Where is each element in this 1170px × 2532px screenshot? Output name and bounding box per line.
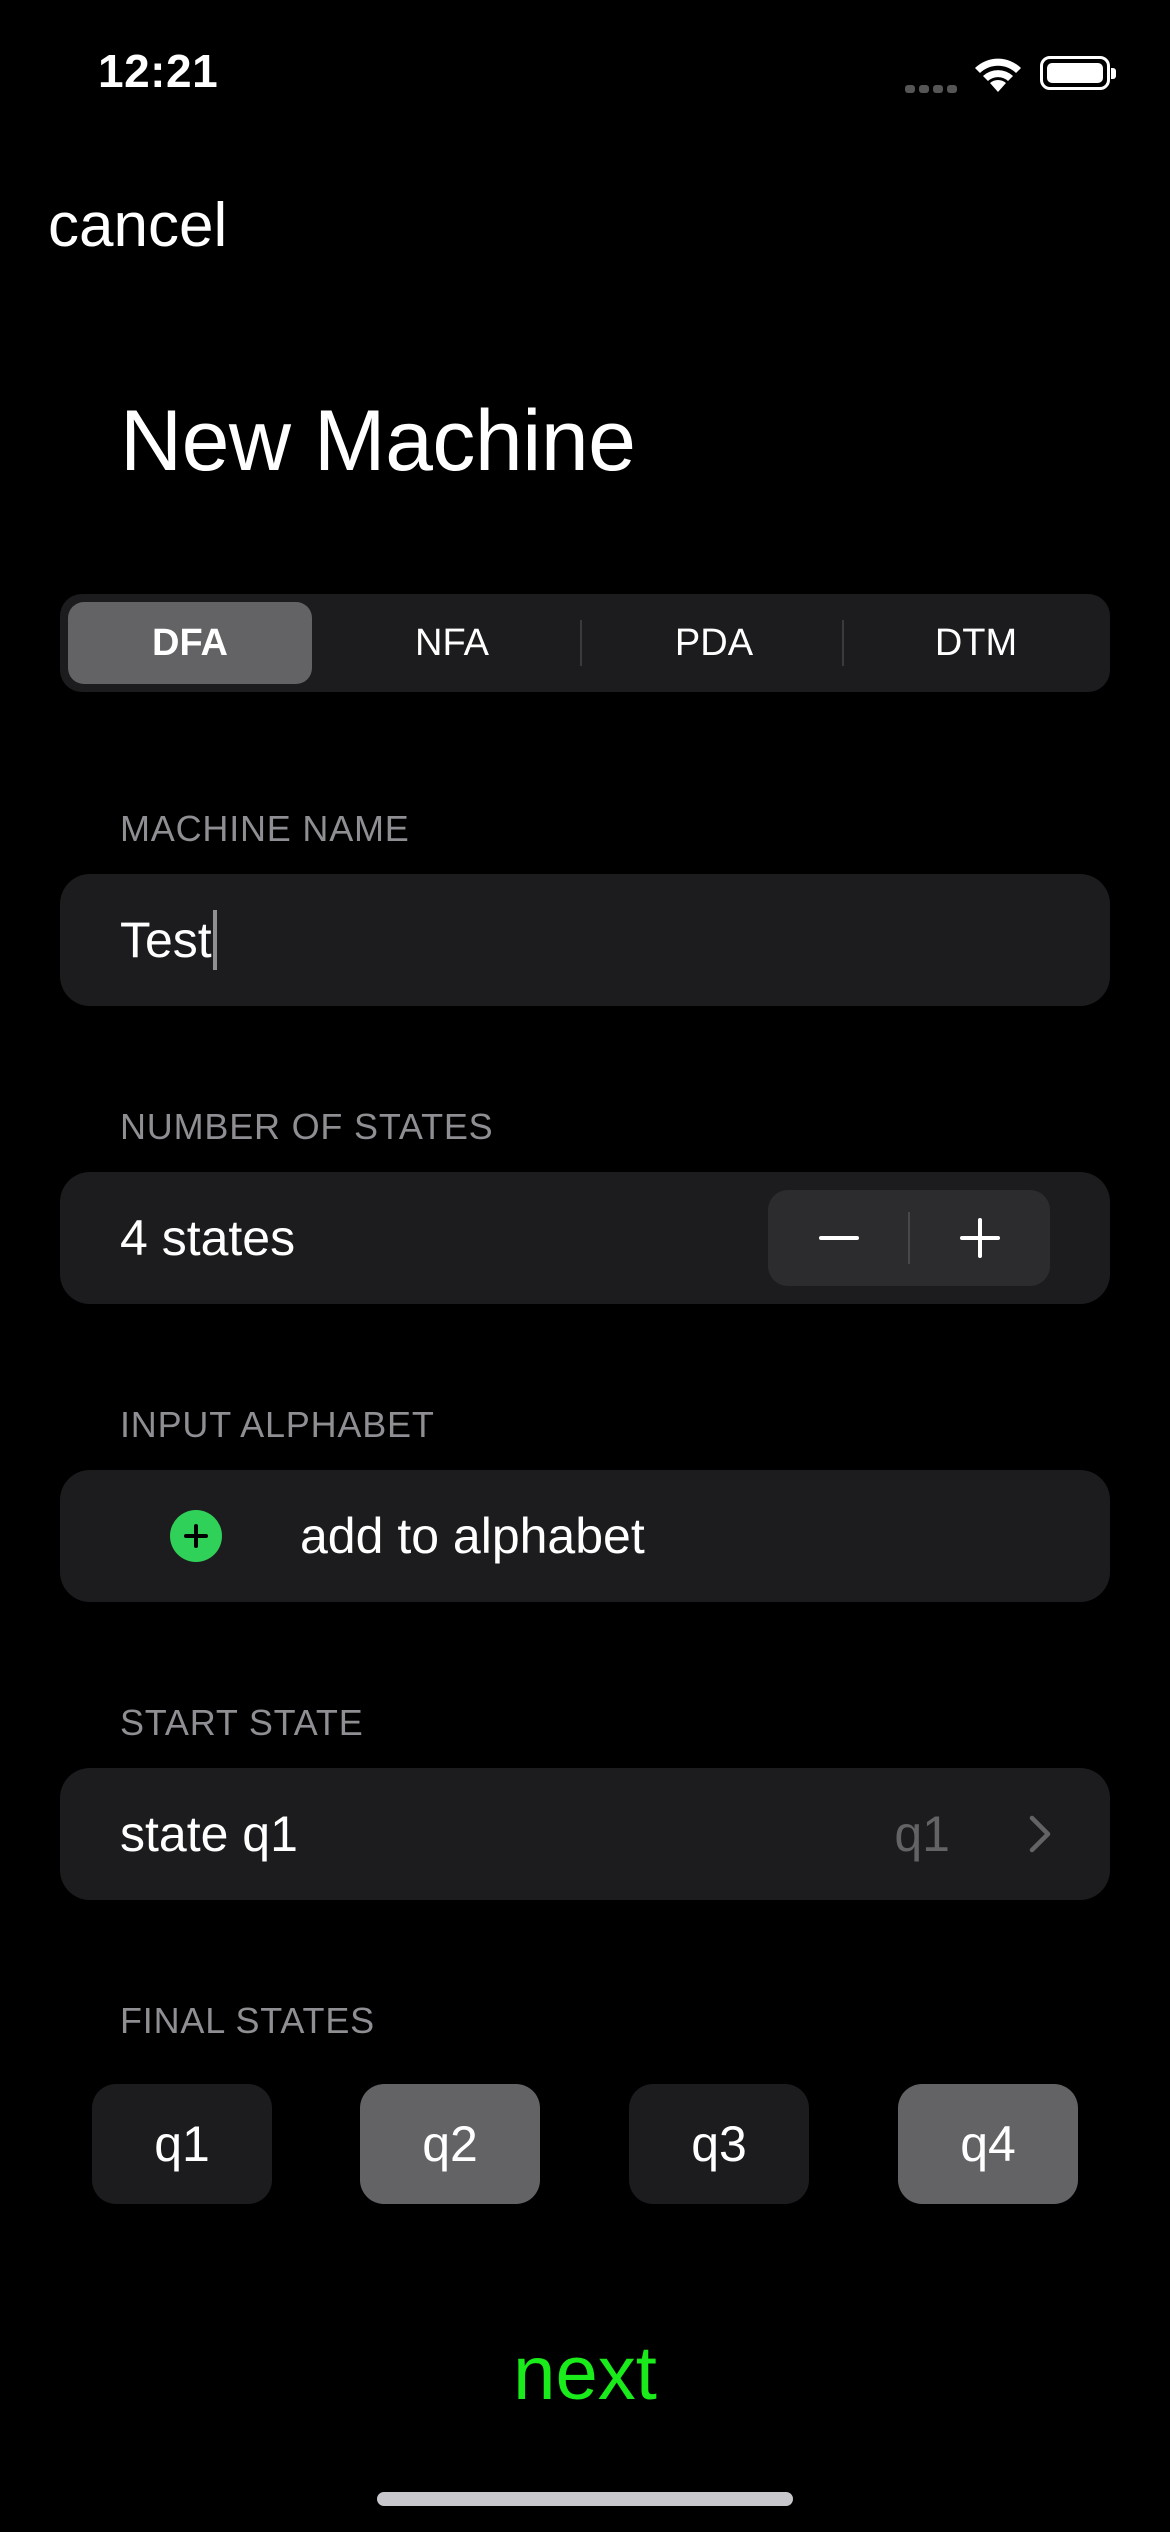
cellular-signal-icon (905, 80, 961, 98)
machine-name-value: Test (120, 912, 212, 968)
status-time: 12:21 (98, 45, 219, 97)
page-title: New Machine (120, 393, 636, 489)
plus-circle-icon (170, 1510, 222, 1562)
text-cursor (212, 910, 217, 970)
decrement-button[interactable] (768, 1190, 909, 1286)
final-state-q3[interactable]: q3 (629, 2084, 809, 2204)
chevron-right-icon (1029, 1815, 1051, 1853)
start-state-label: state q1 (120, 1806, 298, 1862)
next-button[interactable]: next (0, 2330, 1170, 2417)
segment-dtm[interactable]: DTM (854, 602, 1098, 684)
segment-nfa[interactable]: NFA (330, 602, 574, 684)
wifi-icon (975, 58, 1021, 92)
states-stepper (768, 1190, 1050, 1286)
add-to-alphabet-button[interactable]: add to alphabet (60, 1470, 1110, 1602)
start-state-value: q1 (894, 1806, 950, 1862)
machine-name-header: MACHINE NAME (120, 808, 410, 849)
number-of-states-row: 4 states (60, 1172, 1110, 1304)
battery-icon (1040, 56, 1116, 90)
home-indicator (377, 2492, 793, 2506)
machine-type-segmented-control: DFA NFA PDA DTM (60, 594, 1110, 692)
increment-button[interactable] (909, 1190, 1050, 1286)
start-state-picker[interactable]: state q1 q1 (60, 1768, 1110, 1900)
segment-divider (842, 620, 844, 666)
start-state-header: START STATE (120, 1702, 364, 1743)
states-count-label: 4 states (120, 1210, 296, 1266)
number-of-states-header: NUMBER OF STATES (120, 1106, 494, 1147)
final-state-q4[interactable]: q4 (898, 2084, 1078, 2204)
plus-icon (959, 1218, 1000, 1258)
segment-dfa[interactable]: DFA (68, 602, 312, 684)
segment-divider (580, 620, 582, 666)
machine-name-field[interactable]: Test (60, 874, 1110, 1006)
segment-pda[interactable]: PDA (592, 602, 836, 684)
final-state-q1[interactable]: q1 (92, 2084, 272, 2204)
minus-icon (818, 1236, 859, 1240)
cancel-button[interactable]: cancel (48, 190, 227, 261)
final-states-header: FINAL STATES (120, 2000, 375, 2041)
final-state-q2[interactable]: q2 (360, 2084, 540, 2204)
add-to-alphabet-label: add to alphabet (300, 1508, 645, 1564)
input-alphabet-header: INPUT ALPHABET (120, 1404, 435, 1445)
